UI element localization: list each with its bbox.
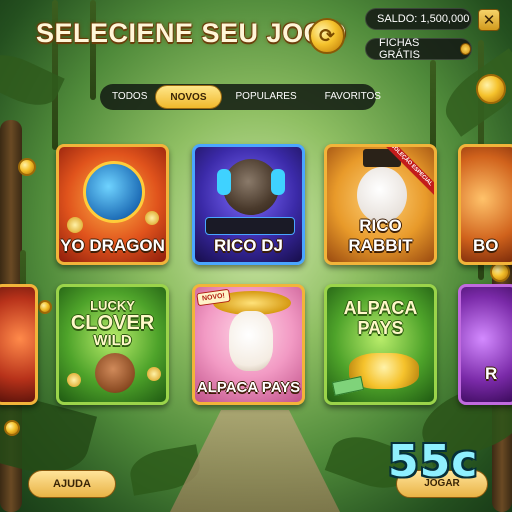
- price-overlay: 55c: [388, 436, 479, 487]
- category-tabs: TODOS NOVOS POPULARES FAVORITOS: [100, 84, 381, 110]
- dragon-icon: [83, 161, 145, 223]
- game-card-partial-bottom[interactable]: R: [458, 284, 512, 405]
- tab-todos[interactable]: TODOS: [104, 85, 155, 109]
- balance-display: SALDO: 1,500,000: [365, 8, 472, 30]
- free-chips-label: FICHAS GRÁTIS: [379, 37, 420, 61]
- game-title: RICO RABBIT: [348, 216, 413, 255]
- banknote-icon: [331, 376, 365, 396]
- game-card-alpaca-pays-green[interactable]: ALPACA PAYS: [324, 284, 437, 405]
- refresh-coin-icon[interactable]: ⟳: [309, 18, 345, 54]
- game-title: R: [485, 364, 498, 383]
- game-title: ALPACA PAYS: [196, 379, 301, 396]
- game-title-line1: ALPACA: [343, 298, 418, 318]
- game-card-lucky-clover-wild[interactable]: LUCKY CLOVER WILD: [56, 284, 169, 405]
- game-card-alpaca-pays[interactable]: NOVO! ALPACA PAYS: [192, 284, 305, 405]
- alpaca-icon: [229, 311, 273, 371]
- rabbit-icon: [357, 167, 407, 223]
- leprechaun-icon: [95, 353, 135, 393]
- game-card-yo-dragon[interactable]: YO DRAGON: [56, 144, 169, 265]
- tab-populares[interactable]: POPULARES: [228, 85, 305, 109]
- tab-novos[interactable]: NOVOS: [155, 85, 222, 109]
- game-title: BO: [473, 236, 499, 255]
- game-title-line3: WILD: [93, 332, 132, 349]
- game-title: RICO DJ: [214, 236, 283, 255]
- balance-label: SALDO: 1,500,000: [377, 13, 470, 25]
- chips-icon: [460, 43, 471, 55]
- headphones-icon: [217, 169, 231, 195]
- game-card-rico-rabbit[interactable]: COLEÇÃO ESPECIAL RICO RABBIT: [324, 144, 437, 265]
- free-chips-button[interactable]: FICHAS GRÁTIS: [365, 37, 472, 61]
- game-card-rico-dj[interactable]: RICO DJ: [192, 144, 305, 265]
- game-title: YO DRAGON: [60, 236, 165, 255]
- game-title-line1: LUCKY: [90, 298, 135, 313]
- game-card-partial-top[interactable]: BO: [458, 144, 512, 265]
- page-title: SELECIENE SEU JOGO: [36, 18, 347, 48]
- dj-deck-icon: [205, 217, 295, 235]
- game-title-line2: PAYS: [357, 318, 404, 338]
- game-title-line2: CLOVER: [70, 312, 155, 334]
- close-button[interactable]: ✕: [478, 9, 500, 31]
- tab-favoritos[interactable]: FAVORITOS: [317, 85, 389, 109]
- game-card-partial-left[interactable]: [0, 284, 38, 405]
- help-button[interactable]: AJUDA: [28, 470, 116, 498]
